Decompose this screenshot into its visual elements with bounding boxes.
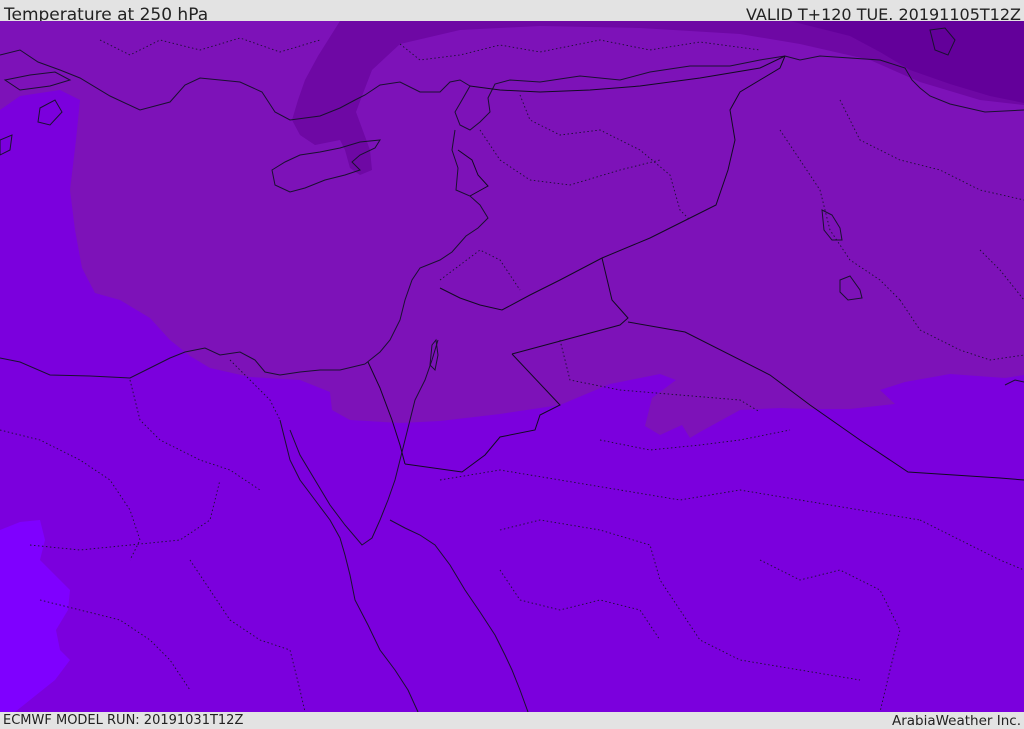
model-run-label: ECMWF MODEL RUN: 20191031T12Z	[3, 713, 244, 728]
map-panel	[0, 21, 1024, 712]
temperature-map	[0, 21, 1024, 712]
footer-bar: ECMWF MODEL RUN: 20191031T12Z ArabiaWeat…	[0, 712, 1024, 729]
header-bar: Temperature at 250 hPa VALID T+120 TUE. …	[0, 0, 1024, 25]
credit-label: ArabiaWeather Inc.	[891, 713, 1021, 729]
